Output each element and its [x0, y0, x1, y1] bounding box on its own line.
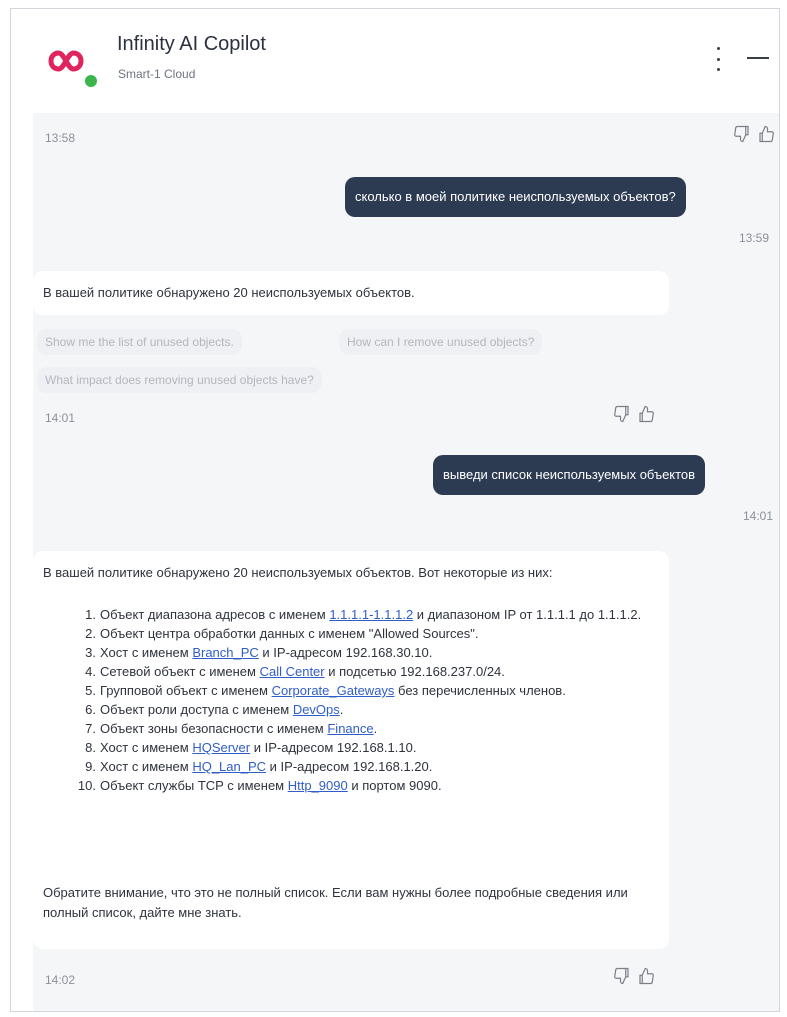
chat-area[interactable]: 13:58 сколько в моей политике неиспользу…: [33, 113, 779, 1011]
list-item-text: Объект центра обработки данных с именем …: [100, 626, 479, 641]
list-number: 10.: [77, 778, 96, 793]
list-item-text: Объект роли доступа с именем: [100, 702, 293, 717]
assistant-message: В вашей политике обнаружено 20 неиспольз…: [33, 551, 669, 949]
kebab-menu-icon[interactable]: [711, 47, 725, 71]
list-item-text: и IP-адресом 192.168.1.20.: [266, 759, 433, 774]
list-item: 7. Объект зоны безопасности с именем Fin…: [73, 719, 643, 738]
suggestion-chip[interactable]: How can I remove unused objects?: [339, 329, 543, 355]
list-item-text: и диапазоном IP от 1.1.1.1 до 1.1.1.2.: [413, 607, 642, 622]
app-title: Infinity AI Copilot: [117, 33, 266, 55]
object-link[interactable]: Http_9090: [288, 778, 348, 793]
unused-objects-list: 1. Объект диапазона адресов с именем 1.1…: [73, 605, 643, 795]
online-status-dot: [83, 73, 99, 89]
list-item: 2. Объект центра обработки данных с имен…: [73, 624, 643, 643]
object-link[interactable]: Finance: [327, 721, 373, 736]
feedback-buttons: [613, 405, 655, 423]
minimize-icon[interactable]: [747, 57, 769, 59]
message-timestamp: 14:02: [45, 973, 76, 987]
list-item: 4. Сетевой объект с именем Call Center и…: [73, 662, 643, 681]
list-item-text: Объект диапазона адресов с именем: [100, 607, 330, 622]
list-number: 5.: [85, 683, 96, 698]
list-item: 9. Хост с именем HQ_Lan_PC и IP-адресом …: [73, 757, 643, 776]
object-link[interactable]: Branch_PC: [192, 645, 258, 660]
list-item: 6. Объект роли доступа с именем DevOps.: [73, 700, 643, 719]
user-message: выведи список неиспользуемых объектов: [433, 455, 706, 495]
list-item-text: Хост с именем: [100, 740, 193, 755]
object-link[interactable]: Call Center: [260, 664, 325, 679]
assistant-message-text: В вашей политике обнаружено 20 неиспольз…: [43, 285, 415, 300]
list-item-text: без перечисленных членов.: [394, 683, 566, 698]
object-link[interactable]: DevOps: [293, 702, 340, 717]
list-item-text: Хост с именем: [100, 759, 193, 774]
thumbs-down-icon[interactable]: [613, 967, 631, 985]
object-link[interactable]: HQ_Lan_PC: [192, 759, 266, 774]
infinity-logo-icon: [48, 50, 84, 72]
list-item-text: Объект службы TCP с именем: [100, 778, 288, 793]
list-item-text: и IP-адресом 192.168.30.10.: [258, 645, 433, 660]
message-timestamp: 13:59: [739, 231, 770, 245]
list-item: 10. Объект службы TCP с именем Http_9090…: [73, 776, 643, 795]
message-timestamp: 14:01: [743, 509, 774, 523]
list-item-text: Хост с именем: [100, 645, 193, 660]
chat-header: Infinity AI Copilot Smart-1 Cloud: [11, 9, 779, 111]
list-item: 3. Хост с именем Branch_PC и IP-адресом …: [73, 643, 643, 662]
list-number: 3.: [85, 645, 96, 660]
object-link[interactable]: HQServer: [192, 740, 250, 755]
assistant-message: В вашей политике обнаружено 20 неиспольз…: [33, 271, 669, 315]
thumbs-up-icon[interactable]: [757, 125, 775, 143]
object-link[interactable]: Corporate_Gateways: [272, 683, 395, 698]
copilot-window: Infinity AI Copilot Smart-1 Cloud 13:58 …: [10, 8, 780, 1012]
list-number: 7.: [85, 721, 96, 736]
list-number: 4.: [85, 664, 96, 679]
thumbs-up-icon[interactable]: [637, 967, 655, 985]
object-link[interactable]: 1.1.1.1-1.1.1.2: [329, 607, 413, 622]
list-item: 8. Хост с именем HQServer и IP-адресом 1…: [73, 738, 643, 757]
app-subtitle: Smart-1 Cloud: [118, 67, 196, 81]
list-item-text: Объект зоны безопасности с именем: [100, 721, 328, 736]
feedback-buttons: [733, 125, 775, 143]
list-number: 1.: [85, 607, 96, 622]
user-message: сколько в моей политике неиспользуемых о…: [345, 177, 686, 217]
list-item-text: .: [339, 702, 344, 717]
list-number: 2.: [85, 626, 96, 641]
message-timestamp: 14:01: [45, 411, 76, 425]
list-item: 5. Групповой объект с именем Corporate_G…: [73, 681, 643, 700]
message-timestamp: 13:58: [45, 131, 76, 145]
thumbs-down-icon[interactable]: [613, 405, 631, 423]
suggestion-chip[interactable]: Show me the list of unused objects.: [37, 329, 242, 355]
list-item-text: и подсетью 192.168.237.0/24.: [324, 664, 505, 679]
list-item-text: Сетевой объект с именем: [100, 664, 260, 679]
list-item-text: Групповой объект с именем: [100, 683, 272, 698]
list-item-text: и портом 9090.: [347, 778, 442, 793]
assistant-message-intro: В вашей политике обнаружено 20 неиспольз…: [43, 565, 553, 580]
list-number: 9.: [85, 759, 96, 774]
assistant-message-outro: Обратите внимание, что это не полный спи…: [43, 885, 628, 920]
thumbs-down-icon[interactable]: [733, 125, 751, 143]
thumbs-up-icon[interactable]: [637, 405, 655, 423]
feedback-buttons: [613, 967, 655, 985]
list-number: 6.: [85, 702, 96, 717]
list-item-text: и IP-адресом 192.168.1.10.: [250, 740, 417, 755]
list-number: 8.: [85, 740, 96, 755]
list-item-text: .: [373, 721, 378, 736]
suggestion-chip[interactable]: What impact does removing unused objects…: [37, 367, 322, 393]
list-item: 1. Объект диапазона адресов с именем 1.1…: [73, 605, 643, 624]
